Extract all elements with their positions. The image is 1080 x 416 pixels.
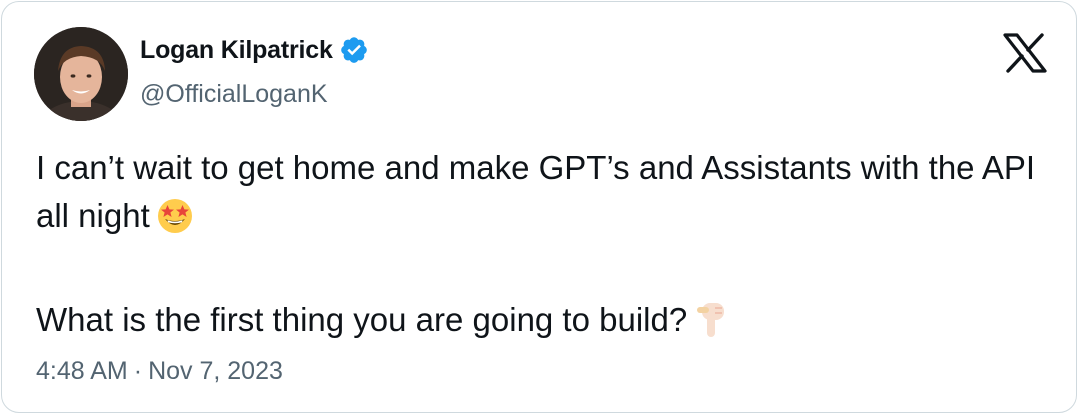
- tweet-line-1: I can’t wait to get home and make GPT’s …: [36, 144, 1046, 248]
- author-handle[interactable]: @OfficialLoganK: [140, 80, 328, 109]
- pointing-down-emoji-icon: [693, 299, 729, 352]
- verified-badge-icon: [340, 37, 367, 63]
- avatar[interactable]: [34, 27, 128, 121]
- star-struck-emoji-icon: [156, 197, 194, 248]
- tweet-line-2-text: What is the first thing you are going to…: [36, 301, 688, 338]
- tweet-text: I can’t wait to get home and make GPT’s …: [36, 144, 1046, 352]
- timestamp-separator: ·: [133, 357, 143, 385]
- x-logo-icon[interactable]: [1002, 33, 1048, 73]
- tweet-date: Nov 7, 2023: [148, 357, 283, 385]
- author-name-row: Logan Kilpatrick: [140, 35, 369, 65]
- tweet-time: 4:48 AM: [36, 357, 128, 385]
- tweet-card: Logan Kilpatrick @OfficialLoganK I can’t…: [1, 1, 1077, 413]
- tweet-timestamp[interactable]: 4:48 AM · Nov 7, 2023: [36, 357, 283, 386]
- tweet-line-2: What is the first thing you are going to…: [36, 296, 1046, 352]
- author-name[interactable]: Logan Kilpatrick: [140, 36, 333, 65]
